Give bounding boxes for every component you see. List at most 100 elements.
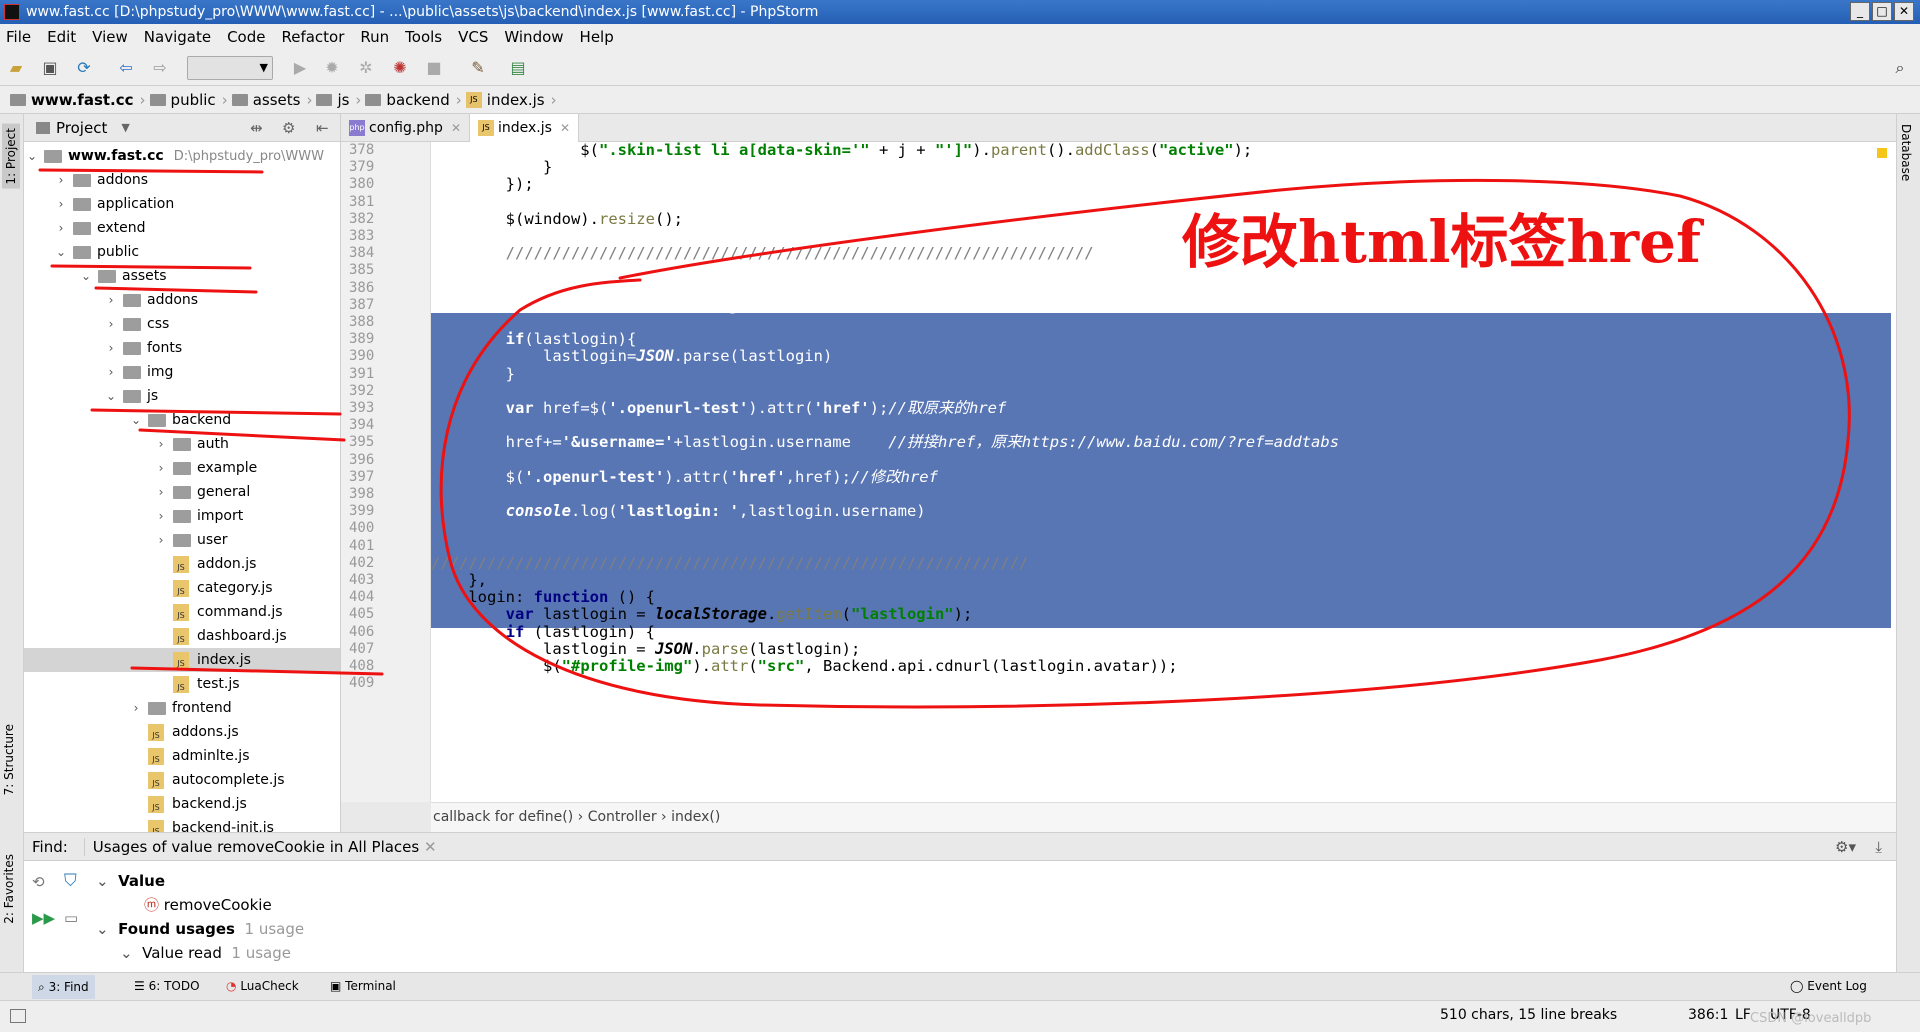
caret-position[interactable]: 386:1 <box>1688 1007 1728 1023</box>
chevron-right-icon[interactable]: › <box>55 192 67 216</box>
tree-item[interactable]: JS backend-init.js <box>24 816 340 832</box>
menu-help[interactable]: Help <box>580 28 614 46</box>
chevron-down-icon[interactable]: ⌄ <box>26 144 38 168</box>
gear-icon[interactable]: ⚙ <box>282 119 295 137</box>
database-tool-tab[interactable]: Database <box>1899 124 1913 181</box>
forward-arrow-icon[interactable]: ⇨ <box>150 58 170 78</box>
chevron-right-icon[interactable]: › <box>55 168 67 192</box>
tree-item[interactable]: › general <box>24 480 340 504</box>
tree-item[interactable]: ⌄ assets <box>24 264 340 288</box>
tree-item[interactable]: JS test.js <box>24 672 340 696</box>
line-separator[interactable]: LF <box>1735 1007 1751 1023</box>
menu-tools[interactable]: Tools <box>405 28 442 46</box>
tree-item[interactable]: › application <box>24 192 340 216</box>
find-tool-tab[interactable]: ⌕ 3: Find <box>32 975 95 999</box>
breadcrumb-item[interactable]: public › <box>149 91 228 109</box>
coverage-icon[interactable]: ✲ <box>356 58 376 78</box>
tree-item[interactable]: › addons <box>24 288 340 312</box>
menu-code[interactable]: Code <box>227 28 265 46</box>
tree-item[interactable]: › example <box>24 456 340 480</box>
chevron-right-icon[interactable]: › <box>155 456 167 480</box>
project-view-selector[interactable]: Project <box>56 119 107 137</box>
favorites-tool-tab[interactable]: 2: Favorites <box>2 854 16 924</box>
run-config-dropdown[interactable]: ▼ <box>187 56 273 80</box>
tree-item[interactable]: › import <box>24 504 340 528</box>
structure-tool-tab[interactable]: 7: Structure <box>2 724 16 795</box>
filter-icon[interactable]: ⛉ <box>64 871 77 891</box>
chevron-right-icon[interactable]: › <box>55 216 67 240</box>
gear-icon[interactable]: ⚙▾ <box>1835 838 1856 856</box>
tree-root[interactable]: ⌄ www.fast.cc D:\phpstudy_pro\WWW <box>24 144 340 168</box>
tab-config-php[interactable]: php config.php ✕ <box>341 114 470 142</box>
luacheck-tool-tab[interactable]: ◔ LuaCheck <box>226 979 299 993</box>
close-icon[interactable]: ✕ <box>560 121 570 135</box>
save-icon[interactable]: ▣ <box>40 58 60 78</box>
tree-item[interactable]: › fonts <box>24 336 340 360</box>
tree-item[interactable]: JS backend.js <box>24 792 340 816</box>
menu-window[interactable]: Window <box>504 28 563 46</box>
tree-node[interactable]: ⌄ Found usages 1 usage <box>96 917 304 941</box>
breadcrumb-item[interactable]: www.fast.cc › <box>10 91 146 109</box>
chevron-right-icon[interactable]: › <box>130 696 142 720</box>
preview-icon[interactable]: ▭ <box>64 909 78 927</box>
breadcrumb-item[interactable]: JS index.js › <box>465 91 557 109</box>
rerun-icon[interactable]: ⟲ <box>32 873 45 891</box>
chevron-down-icon[interactable]: ▼ <box>121 121 129 134</box>
inspection-status-icon[interactable] <box>1877 148 1887 158</box>
chevron-down-icon[interactable]: ⌄ <box>55 240 67 264</box>
collapse-all-icon[interactable]: ⇹ <box>250 119 263 137</box>
run-icon[interactable]: ▶ <box>290 58 310 78</box>
tree-item[interactable]: JS command.js <box>24 600 340 624</box>
tree-node[interactable]: ⌄ Value <box>96 869 165 893</box>
chevron-right-icon[interactable]: › <box>105 360 117 384</box>
tree-item[interactable]: JS category.js <box>24 576 340 600</box>
tree-node[interactable]: ⓜ removeCookie <box>144 893 272 917</box>
menu-refactor[interactable]: Refactor <box>281 28 344 46</box>
tree-item[interactable]: › frontend <box>24 696 340 720</box>
menu-edit[interactable]: Edit <box>47 28 76 46</box>
maximize-button[interactable]: □ <box>1872 2 1892 21</box>
chevron-down-icon[interactable]: ⌄ <box>105 384 117 408</box>
breadcrumb-item[interactable]: backend › <box>365 91 462 109</box>
tree-item[interactable]: JS addons.js <box>24 720 340 744</box>
hide-panel-icon[interactable]: ⤓ <box>1875 838 1882 856</box>
chevron-right-icon[interactable]: › <box>105 336 117 360</box>
close-icon[interactable]: ✕ <box>451 121 461 135</box>
tree-item[interactable]: ⌄ js <box>24 384 340 408</box>
tree-item[interactable]: › user <box>24 528 340 552</box>
stop-icon[interactable]: ■ <box>424 58 444 78</box>
tab-index-js[interactable]: JS index.js ✕ <box>470 114 579 142</box>
back-arrow-icon[interactable]: ⇦ <box>116 58 136 78</box>
chevron-right-icon[interactable]: › <box>105 312 117 336</box>
tree-item[interactable]: JS index.js <box>24 648 340 672</box>
hide-panel-icon[interactable]: ⇤ <box>316 119 329 137</box>
chevron-right-icon[interactable]: › <box>105 288 117 312</box>
search-icon[interactable]: ⌕ <box>1890 58 1910 78</box>
chevron-down-icon[interactable]: ⌄ <box>80 264 92 288</box>
todo-tool-tab[interactable]: ☰ 6: TODO <box>134 979 200 993</box>
tree-item[interactable]: › auth <box>24 432 340 456</box>
project-tool-tab[interactable]: 1: Project <box>2 124 20 189</box>
minimize-button[interactable]: _ <box>1850 2 1870 21</box>
tree-item[interactable]: ⌄ backend <box>24 408 340 432</box>
terminal-tool-tab[interactable]: ▣ Terminal <box>330 979 396 993</box>
find-results-tab[interactable]: Usages of value removeCookie in All Plac… <box>83 837 445 856</box>
breadcrumb-item[interactable]: js › <box>316 91 361 109</box>
chevron-right-icon[interactable]: › <box>155 480 167 504</box>
chevron-down-icon[interactable]: ⌄ <box>130 408 142 432</box>
tree-item[interactable]: JS addon.js <box>24 552 340 576</box>
debug-icon[interactable]: ✹ <box>322 58 342 78</box>
tree-item[interactable]: › img <box>24 360 340 384</box>
tree-item[interactable]: JS autocomplete.js <box>24 768 340 792</box>
tree-item[interactable]: JS adminlte.js <box>24 744 340 768</box>
menu-vcs[interactable]: VCS <box>458 28 488 46</box>
tree-item[interactable]: › extend <box>24 216 340 240</box>
expand-all-icon[interactable]: ▶▶ <box>32 909 55 927</box>
settings-wrench-icon[interactable]: ✎ <box>468 58 488 78</box>
structure-icon[interactable]: ▤ <box>508 58 528 78</box>
chevron-right-icon[interactable]: › <box>155 504 167 528</box>
menu-view[interactable]: View <box>92 28 128 46</box>
tree-item[interactable]: JS dashboard.js <box>24 624 340 648</box>
tree-node[interactable]: ⌄ Value read 1 usage <box>120 941 291 965</box>
toggle-tool-windows-icon[interactable] <box>10 1009 26 1023</box>
